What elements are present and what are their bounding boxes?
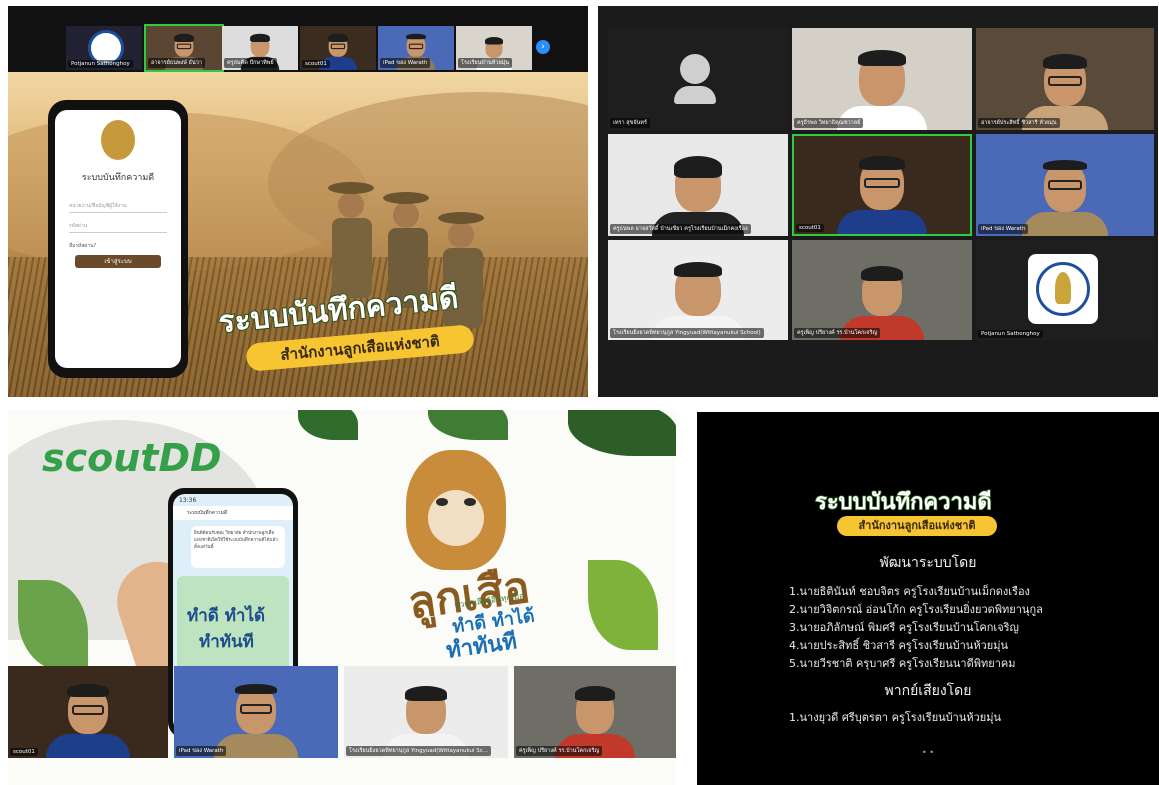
slogan-line-1: ทำดี ทำได้ <box>187 606 266 626</box>
video-tile[interactable]: ครูเพ็ญ ปรียางค์ รร.บ้านโคกเจริญ <box>792 240 972 340</box>
chat-header: ระบบบันทึกความดี <box>173 506 293 520</box>
leaf-decoration <box>428 410 508 440</box>
video-tile[interactable]: อาจารย์ประสิทธิ์ ชิวสารี ห้วยมุ่น <box>976 28 1154 130</box>
credits-panel: ระบบบันทึกความดี สำนักงานลูกเสือแห่งชาติ… <box>697 412 1159 785</box>
participant-name: โรงเรียนยิ่งยวดพิทยานุกูล Yingyuad(Witta… <box>610 328 764 338</box>
login-title: ระบบบันทึกความดี <box>81 173 155 183</box>
meeting-panel-2-gallery: เทรา สุขจันทร์ ครูธีรพล วิทยาธิคุณชวาลย์… <box>598 6 1158 397</box>
participant-thumb[interactable]: scout01 <box>300 26 376 70</box>
video-tile[interactable]: Potjanun Sathonghoy <box>976 240 1154 340</box>
leaf-decoration <box>588 560 658 650</box>
username-field[interactable]: หน่วยงาน/ชื่อบัญชีผู้ใช้งาน <box>69 202 167 213</box>
participant-thumb[interactable]: โรงเรียนบ้านห้วยมุ่น <box>456 26 532 70</box>
phone-screen: ระบบบันทึกความดี หน่วยงาน/ชื่อบัญชีผู้ใช… <box>55 110 181 368</box>
participant-name: Potjanun Sathonghoy <box>68 60 133 68</box>
participant-thumb[interactable]: Potjanun Sathonghoy <box>66 26 142 70</box>
participant-name: iPad ของ Warath <box>380 58 431 68</box>
video-tile[interactable]: โรงเรียนยิ่งยวดพิทยานุกูล Yingyuad(Witta… <box>344 666 508 758</box>
participant-name: iPad ของ Warath <box>978 224 1029 234</box>
credits-subtitle-banner: สำนักงานลูกเสือแห่งชาติ <box>837 516 997 536</box>
participant-name: อาจารย์ประสิทธิ์ ชิวสารี ห้วยมุ่น <box>978 118 1060 128</box>
developer-line: 2.นายวิจิตกรณ์ อ่อนโก้ก ครูโรงเรียนยิ่งย… <box>789 603 1043 616</box>
video-tile[interactable]: iPad ของ Warath <box>976 134 1154 236</box>
avatar-body <box>674 86 716 104</box>
next-page-chevron-icon[interactable]: › <box>536 40 550 54</box>
voice-heading: พากย์เสียงโดย <box>884 683 972 699</box>
leaf-decoration <box>298 410 358 440</box>
participant-name: ครูเพ็ญ ปรียางค์ รร.บ้านโคกเจริญ <box>794 328 881 338</box>
slogan-line-2: ทำทันที <box>199 632 254 652</box>
credits-title: ระบบบันทึกความดี <box>814 489 992 516</box>
developer-line: 3.นายอภิลักษณ์ พิมศรี ครูโรงเรียนบ้านโคก… <box>789 621 1019 634</box>
avatar-placeholder-icon <box>680 54 710 84</box>
video-tile[interactable]: ครูธีรพล วิทยาธิคุณชวาลย์ <box>792 28 972 130</box>
video-tile[interactable]: ครูเพ็ญ ปรียางค์ รร.บ้านโคกเจริญ <box>514 666 676 758</box>
participant-name: scout01 <box>10 748 38 756</box>
video-tile[interactable]: iPad ของ Warath <box>174 666 338 758</box>
video-tile[interactable]: ครูธนพล อาจสวัสดิ์ บ้านเขียว ครูโรงเรียน… <box>608 134 788 236</box>
participant-thumb[interactable]: ครูสมคิด ปักษาทิพย์ <box>222 26 298 70</box>
status-time: 13:36 <box>179 497 197 504</box>
participant-name: scout01 <box>302 60 330 68</box>
tiger-mascot-icon <box>406 450 506 570</box>
shared-slide: ระบบบันทึกความดี หน่วยงาน/ชื่อบัญชีผู้ใช… <box>8 72 588 397</box>
video-tile-active-speaker[interactable]: scout01 <box>792 134 972 236</box>
developer-line: 4.นายประสิทธิ์ ชิวสารี ครูโรงเรียนบ้านห้… <box>789 639 1008 652</box>
meeting-panel-1: Potjanun Sathonghoy อาจารย์ธนพงษ์ ธันวา … <box>8 6 588 397</box>
chat-bubble: ยินดีต้อนรับคุณ วิทยาลัย สำนักงานลูกเสือ… <box>191 526 285 568</box>
participant-thumb-active[interactable]: อาจารย์ธนพงษ์ ธันวา <box>144 24 224 72</box>
developer-line: 1.นายธิตินันท์ ชอบจิตร ครูโรงเรียนบ้านเม… <box>789 585 1030 598</box>
page-indicator: • • <box>922 748 934 757</box>
voice-line: 1.นางยุวดี ศรีบุตรตา ครูโรงเรียนบ้านห้วย… <box>789 711 1001 724</box>
scout-emblem-icon <box>1028 254 1098 324</box>
meeting-panel-3: scoutDD 13:36 ระบบบันทึกความดี ยินดีต้อน… <box>8 410 676 785</box>
password-field[interactable]: รหัสผ่าน <box>69 222 167 233</box>
video-tile[interactable]: โรงเรียนยิ่งยวดพิทยานุกูล Yingyuad(Witta… <box>608 240 788 340</box>
phone-mockup: ระบบบันทึกความดี หน่วยงาน/ชื่อบัญชีผู้ใช… <box>48 100 188 378</box>
participant-name: โรงเรียนยิ่งยวดพิทยานุกูล Yingyuad(Witta… <box>346 746 492 756</box>
participant-thumb[interactable]: iPad ของ Warath <box>378 26 454 70</box>
forgot-password-link[interactable]: ลืมรหัสผ่าน? <box>69 242 96 250</box>
developers-heading: พัฒนาระบบโดย <box>879 555 977 571</box>
participant-name: ครูธีรพล วิทยาธิคุณชวาลย์ <box>794 118 864 128</box>
participant-name: เทรา สุขจันทร์ <box>610 118 650 128</box>
participant-strip: Potjanun Sathonghoy อาจารย์ธนพงษ์ ธันวา … <box>8 6 588 72</box>
participant-name: iPad ของ Warath <box>176 746 227 756</box>
participant-name: โรงเรียนบ้านห้วยมุ่น <box>458 58 513 68</box>
participant-name: ครูเพ็ญ ปรียางค์ รร.บ้านโคกเจริญ <box>516 746 603 756</box>
participant-name: Potjanun Sathonghoy <box>978 330 1043 338</box>
participant-name: scout01 <box>796 224 824 232</box>
tiger-logo-icon <box>101 120 135 160</box>
video-tile[interactable]: เทรา สุขจันทร์ <box>608 28 788 130</box>
scoutdd-logo: scoutDD <box>42 436 222 480</box>
participant-name: อาจารย์ธนพงษ์ ธันวา <box>148 58 205 68</box>
video-tile[interactable]: scout01 <box>8 666 168 758</box>
developer-line: 5.นายวีรชาติ ครุบาศรี ครูโรงเรียนนาดีพิท… <box>789 657 1016 670</box>
leaf-decoration <box>568 410 676 456</box>
participant-name: ครูธนพล อาจสวัสดิ์ บ้านเขียว ครูโรงเรียน… <box>610 224 751 234</box>
participant-name: ครูสมคิด ปักษาทิพย์ <box>224 58 277 68</box>
login-button[interactable]: เข้าสู่ระบบ <box>75 255 161 268</box>
